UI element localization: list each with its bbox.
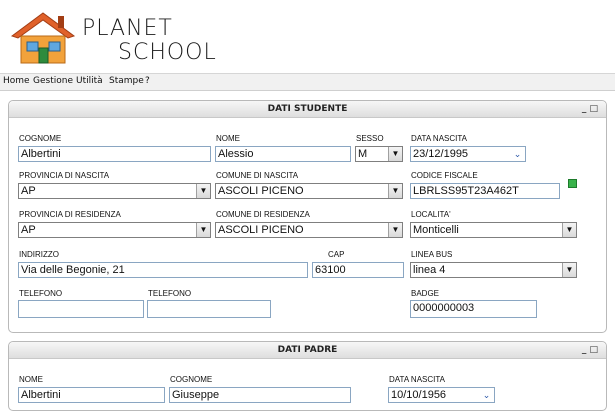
provincia-nascita-select[interactable]: AP ▼ [18, 183, 211, 199]
cognome-field[interactable]: Albertini [18, 146, 211, 162]
brand-line-2: SCHOOL [118, 40, 217, 65]
calendar-dropdown-icon[interactable]: ⌄ [510, 147, 525, 161]
label-data-nascita: DATA NASCITA [411, 134, 468, 143]
label-cognome: COGNOME [19, 134, 62, 143]
chevron-down-icon[interactable]: ▼ [196, 223, 210, 237]
data-nascita-field[interactable]: 23/12/1995 ⌄ [410, 146, 526, 162]
sesso-value: M [358, 148, 368, 160]
label-telefono-2: TELEFONO [148, 289, 192, 298]
comune-nascita-value: ASCOLI PICENO [218, 185, 304, 197]
label-codice-fiscale: CODICE FISCALE [411, 171, 478, 180]
label-provincia-residenza: PROVINCIA DI RESIDENZA [19, 210, 121, 219]
label-padre-cognome: COGNOME [170, 375, 213, 384]
panel-title: DATI STUDENTE _ □ [9, 101, 606, 118]
label-sesso: SESSO [356, 134, 384, 143]
label-cap: CAP [328, 250, 345, 259]
label-comune-residenza: COMUNE DI RESIDENZA [216, 210, 310, 219]
chevron-down-icon[interactable]: ▼ [388, 223, 402, 237]
provincia-residenza-value: AP [21, 224, 36, 236]
label-linea-bus: LINEA BUS [411, 250, 453, 259]
menu-item-help[interactable]: ? [145, 76, 150, 86]
padre-data-nascita-value: 10/10/1956 [391, 389, 447, 401]
menu-item-stampe[interactable]: Stampe [109, 76, 144, 86]
cf-calculator-icon[interactable] [568, 179, 577, 188]
padre-nome-field[interactable]: Albertini [18, 387, 165, 403]
comune-residenza-value: ASCOLI PICENO [218, 224, 304, 236]
label-padre-nome: NOME [19, 375, 43, 384]
label-localita: LOCALITA' [411, 210, 451, 219]
telefono-1-field[interactable] [18, 300, 144, 318]
sesso-select[interactable]: M ▼ [355, 146, 403, 162]
telefono-2-field[interactable] [147, 300, 271, 318]
chevron-down-icon[interactable]: ▼ [562, 223, 576, 237]
nome-field[interactable]: Alessio [215, 146, 351, 162]
provincia-residenza-select[interactable]: AP ▼ [18, 222, 211, 238]
menu-item-gestione[interactable]: Gestione [33, 76, 73, 86]
data-nascita-value: 23/12/1995 [413, 148, 469, 160]
panel-title-text: DATI STUDENTE [267, 104, 348, 114]
chevron-down-icon[interactable]: ▼ [388, 147, 402, 161]
brand-name: PLANET SCHOOL [82, 16, 282, 65]
menu-item-home[interactable]: Home [3, 76, 30, 86]
panel-title-text: DATI PADRE [277, 345, 338, 355]
menu-item-utilita[interactable]: Utilità [76, 76, 103, 86]
label-padre-data-nascita: DATA NASCITA [389, 375, 446, 384]
label-provincia-nascita: PROVINCIA DI NASCITA [19, 171, 110, 180]
label-telefono-1: TELEFONO [19, 289, 63, 298]
chevron-down-icon[interactable]: ▼ [562, 263, 576, 277]
label-comune-nascita: COMUNE DI NASCITA [216, 171, 299, 180]
panel-window-controls[interactable]: _ □ [582, 101, 598, 117]
padre-data-nascita-field[interactable]: 10/10/1956 ⌄ [388, 387, 495, 403]
badge-field[interactable]: 0000000003 [410, 300, 537, 318]
cap-field[interactable]: 63100 [312, 262, 404, 278]
chevron-down-icon[interactable]: ▼ [388, 184, 402, 198]
label-indirizzo: INDIRIZZO [19, 250, 59, 259]
menu-bar: Home Gestione Utilità Stampe ? [0, 73, 615, 91]
provincia-nascita-value: AP [21, 185, 36, 197]
localita-select[interactable]: Monticelli ▼ [410, 222, 577, 238]
chevron-down-icon[interactable]: ▼ [196, 184, 210, 198]
comune-nascita-select[interactable]: ASCOLI PICENO ▼ [215, 183, 403, 199]
indirizzo-field[interactable]: Via delle Begonie, 21 [18, 262, 308, 278]
brand-line-1: PLANET [82, 16, 173, 41]
codice-fiscale-field[interactable]: LBRLSS95T23A462T [410, 183, 560, 199]
label-nome: NOME [216, 134, 240, 143]
label-badge: BADGE [411, 289, 440, 298]
comune-residenza-select[interactable]: ASCOLI PICENO ▼ [215, 222, 403, 238]
app-header: PLANET SCHOOL [0, 0, 615, 72]
panel-title: DATI PADRE _ □ [9, 342, 606, 359]
panel-window-controls[interactable]: _ □ [582, 342, 598, 358]
localita-value: Monticelli [413, 224, 459, 236]
padre-cognome-field[interactable]: Giuseppe [169, 387, 351, 403]
house-logo-icon [10, 12, 76, 64]
linea-bus-value: linea 4 [413, 264, 446, 276]
linea-bus-select[interactable]: linea 4 ▼ [410, 262, 577, 278]
